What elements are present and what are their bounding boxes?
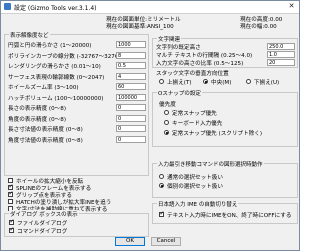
- dialog-checkbox-label: コマンドダイアログ: [17, 229, 68, 235]
- text-row-input[interactable]: 1.0: [267, 51, 295, 58]
- display-row-input[interactable]: 100000: [116, 93, 146, 101]
- app-icon: [4, 3, 11, 10]
- osnap-priority-label: キーボード入力優先: [172, 121, 223, 127]
- display-row-label: ポリラインカーブの線分数 (-32767〜32767): [8, 53, 125, 60]
- text-heading: 文字関連: [157, 35, 182, 43]
- osnap-priority-radio[interactable]: [164, 110, 169, 115]
- text-row-input[interactable]: 250.0: [267, 43, 295, 50]
- window-title: 設定 (Gizmo Tools ver.3.1.4): [14, 5, 97, 12]
- dialog-checkbox[interactable]: [9, 226, 15, 233]
- text-row-input[interactable]: 20: [267, 59, 295, 66]
- vertical-align-label: 上揃え(T): [167, 80, 192, 86]
- vertical-align-radio[interactable]: [246, 79, 251, 84]
- osnap-priority-label: 定常スナップ優先: [172, 111, 217, 117]
- option-checkbox[interactable]: [8, 190, 14, 197]
- dialog-checkbox-label: ファイルダイアログ: [17, 221, 68, 227]
- text-row-label: 文字列の既定高さ: [156, 45, 201, 51]
- display-row-label: レンダリングの滑らかさ (0.01〜10): [8, 64, 101, 70]
- current-standard-value: ANSI_100: [147, 24, 174, 30]
- selection-mode-label: 個別の選択セット扱い: [167, 184, 223, 190]
- display-heading: 表示解像度など: [9, 31, 50, 39]
- settings-dialog: 設定 (Gizmo Tools ver.3.1.4) ✕ 現在の図面単位:ミリメ…: [0, 0, 300, 251]
- vertical-align-label: 下揃え(U): [254, 80, 280, 86]
- current-standard: 現在の図面基準:ANSI_100: [106, 22, 174, 30]
- display-row-label: 角度の表示精度 (0〜8): [8, 116, 67, 123]
- display-row-input[interactable]: 0: [116, 114, 146, 122]
- ime-checkbox[interactable]: [159, 210, 165, 217]
- selection-mode-radio[interactable]: [159, 183, 164, 188]
- osnap-priority-label: 定常スナップ優先 (スクリプト除く): [172, 131, 263, 137]
- option-checkbox[interactable]: [8, 199, 13, 204]
- current-width-label: 現在の幅:: [240, 24, 265, 30]
- current-standard-label: 現在の図面基準:: [106, 24, 148, 30]
- dialog-display-heading: ダイアログ ボックスの表示: [9, 210, 79, 218]
- display-row-input[interactable]: 0: [116, 125, 146, 132]
- close-icon[interactable]: ✕: [286, 2, 297, 11]
- ok-button[interactable]: OK: [115, 237, 145, 246]
- vertical-align-radio[interactable]: [203, 79, 208, 84]
- display-row-input[interactable]: 8: [116, 51, 146, 59]
- vertical-align-radio[interactable]: [159, 79, 164, 84]
- display-row-label: ホイールズーム率 (3〜100): [8, 85, 79, 91]
- selection-mode-radio[interactable]: [159, 174, 164, 179]
- vertical-align-label: 中央(M): [211, 80, 232, 86]
- display-row-label: 長さ寸法値の表示精度 (0〜8): [8, 127, 83, 133]
- display-row-input[interactable]: 4: [116, 72, 146, 80]
- display-row-input[interactable]: 0: [116, 104, 146, 111]
- osnap-priority-radio[interactable]: [164, 120, 169, 125]
- vertical-align-heading: スタック文字の垂直方向位置: [156, 71, 229, 77]
- osnap-priority-radio[interactable]: [164, 130, 169, 135]
- dialog-checkbox[interactable]: [9, 218, 15, 225]
- text-row-label: マルチ テキストの行間隔 (0.25〜4.0): [156, 53, 253, 59]
- ime-label: テキスト入力時にIMEをON、終了時にOFFにする: [167, 213, 292, 219]
- current-width-value: 0.00: [264, 24, 277, 30]
- osnap-priority-label: 優先度: [159, 102, 176, 108]
- display-row-input[interactable]: 60: [116, 83, 146, 90]
- selection-heading: 入力最引き移動コマンドの図形選択時動作: [157, 160, 264, 168]
- title-bar: 設定 (Gizmo Tools ver.3.1.4) ✕: [1, 1, 299, 14]
- text-row-label: 入力文字の高さの比率 (0.5〜125): [156, 61, 244, 67]
- display-row-label: 円弧と円の滑らかさ (1〜20000): [8, 43, 92, 49]
- osnap-heading: Oスナップの設定: [157, 89, 202, 97]
- display-row-input[interactable]: 0: [116, 135, 146, 143]
- display-row-input[interactable]: 1000: [116, 41, 146, 48]
- display-row-label: サーフェス表現の輪郭線数 (0〜2047): [8, 74, 105, 81]
- display-row-label: 角度寸法値の表示精度 (0〜8): [8, 137, 83, 144]
- display-row-label: 長さの表示精度 (0〜8): [8, 106, 67, 112]
- display-row-label: ハッチボリューム (100〜10000000): [8, 95, 104, 102]
- display-row-input[interactable]: 0.5: [116, 62, 146, 69]
- ime-heading: 日本語入力 IME の自動切り替え: [157, 200, 239, 208]
- current-width: 現在の幅:0.00: [240, 22, 277, 30]
- cancel-button[interactable]: Cancel: [151, 237, 181, 246]
- selection-mode-label: 通常の選択セット扱い: [167, 175, 223, 181]
